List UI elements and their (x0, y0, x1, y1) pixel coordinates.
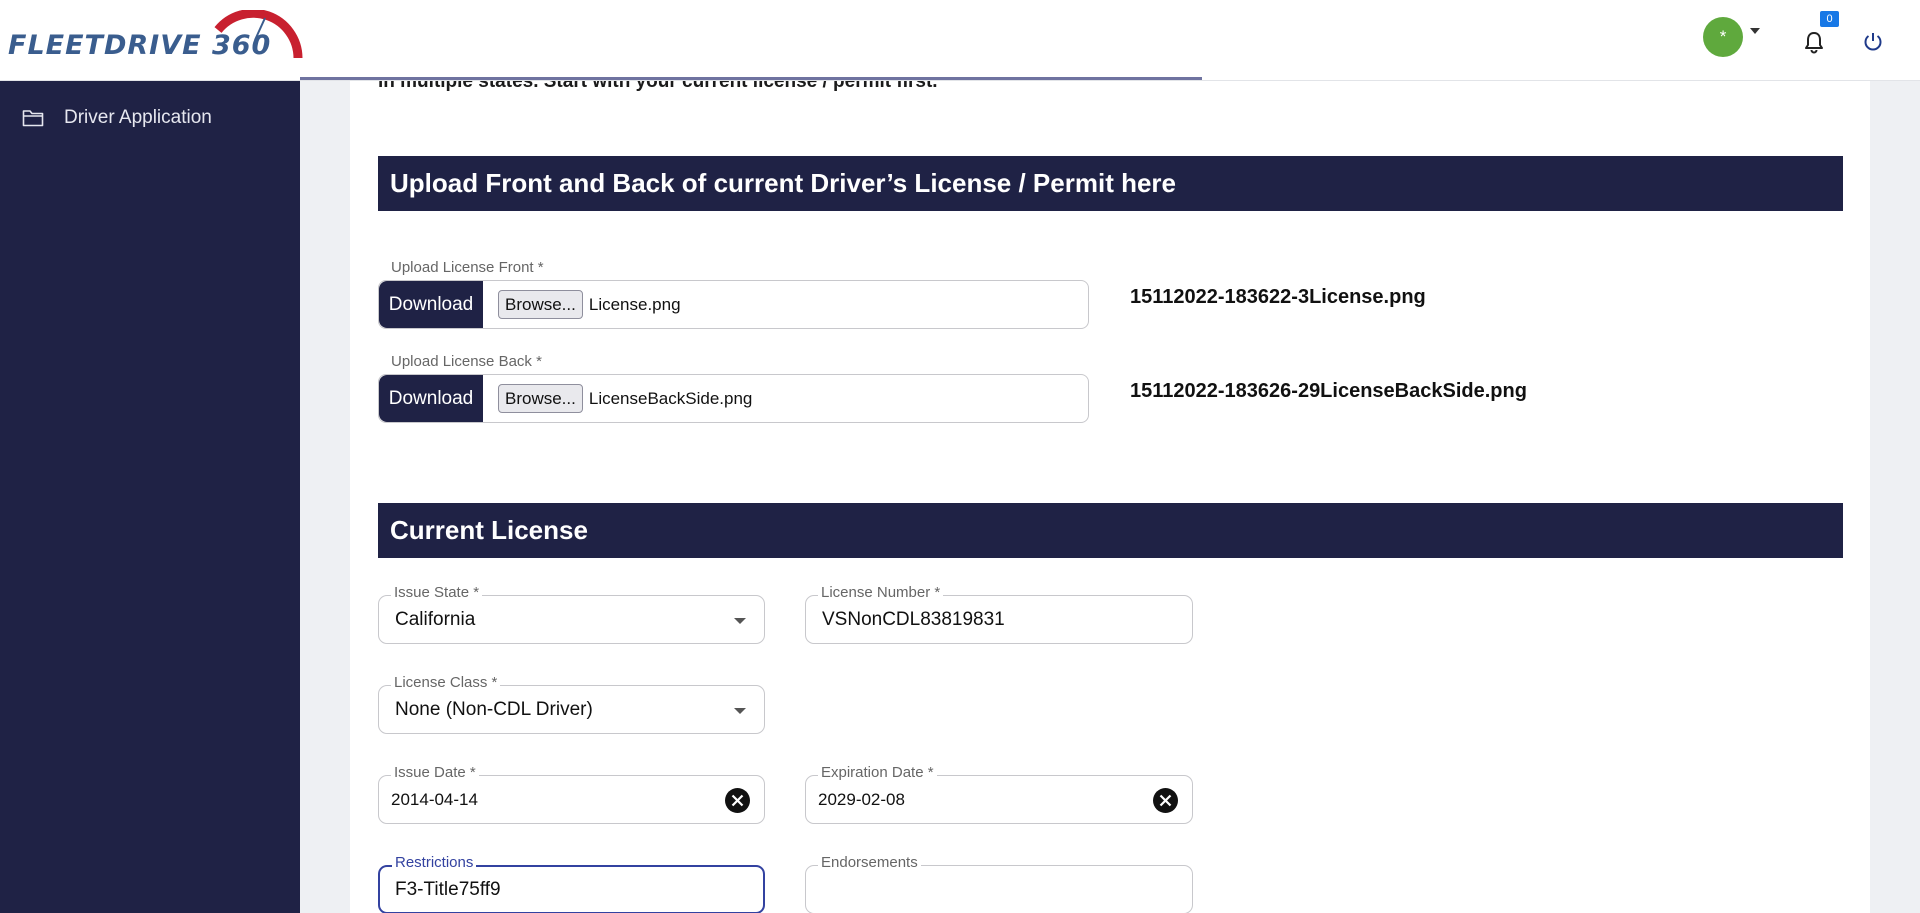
clear-icon[interactable] (725, 788, 750, 813)
restrictions-label: Restrictions (392, 854, 477, 871)
expiration-date-input[interactable]: Expiration Date * 2029-02-08 (805, 764, 1193, 824)
power-icon[interactable] (1862, 31, 1884, 53)
restrictions-input[interactable]: Restrictions F3-Title75ff9 (378, 854, 765, 913)
fleetdrive-logo[interactable]: FLEETDRIVE 360 (8, 10, 303, 70)
back-uploaded-file: 15112022-183626-29LicenseBackSide.png (1130, 380, 1527, 402)
issue-state-value: California (395, 609, 476, 630)
browse-front-button[interactable]: Browse... (498, 290, 583, 319)
upload-front-field: Download Browse... License.png (378, 280, 1089, 329)
browse-back-button[interactable]: Browse... (498, 384, 583, 413)
chevron-down-icon (734, 708, 746, 714)
download-front-button[interactable]: Download (379, 281, 483, 328)
avatar[interactable]: * (1703, 17, 1743, 57)
upload-back-label: Upload License Back * (388, 353, 545, 370)
clear-icon[interactable] (1153, 788, 1178, 813)
folder-icon (22, 110, 44, 127)
form-card: in multiple states. Start with your curr… (350, 81, 1870, 913)
issue-state-select[interactable]: Issue State * California (378, 584, 765, 644)
upload-section-title: Upload Front and Back of current Driver’… (378, 156, 1843, 211)
current-license-title: Current License (378, 503, 1843, 558)
front-file-name: License.png (588, 294, 681, 314)
download-back-button[interactable]: Download (379, 375, 483, 422)
expiration-date-value: 2029-02-08 (818, 790, 905, 809)
speedometer-arc-icon (214, 10, 303, 59)
page-progress-line (300, 77, 1202, 80)
issue-date-input[interactable]: Issue Date * 2014-04-14 (378, 764, 765, 824)
bell-icon[interactable] (1803, 30, 1825, 54)
restrictions-value: F3-Title75ff9 (395, 879, 501, 900)
upload-back-field: Download Browse... LicenseBackSide.png (378, 374, 1089, 423)
upload-front-label: Upload License Front * (388, 259, 547, 276)
issue-state-label: Issue State * (391, 584, 483, 601)
license-class-select[interactable]: License Class * None (Non-CDL Driver) (378, 674, 765, 734)
endorsements-input[interactable]: Endorsements (805, 854, 1193, 913)
top-header: FLEETDRIVE 360 * 0 (0, 0, 1920, 81)
chevron-down-icon[interactable] (1750, 28, 1760, 34)
endorsements-label: Endorsements (818, 854, 921, 871)
expiration-date-label: Expiration Date * (818, 764, 937, 781)
sidebar-item-label: Driver Application (64, 107, 212, 128)
sidebar: Driver Application (0, 81, 300, 913)
notification-badge: 0 (1820, 11, 1839, 27)
main-content: in multiple states. Start with your curr… (300, 81, 1920, 913)
license-number-label: License Number * (818, 584, 944, 601)
front-uploaded-file: 15112022-183622-3License.png (1130, 286, 1426, 308)
intro-text: in multiple states. Start with your curr… (378, 81, 938, 92)
issue-date-label: Issue Date * (391, 764, 479, 781)
avatar-initial: * (1719, 27, 1727, 46)
back-file-name: LicenseBackSide.png (588, 388, 753, 408)
chevron-down-icon (734, 618, 746, 624)
license-number-input[interactable]: License Number * VSNonCDL83819831 (805, 584, 1193, 644)
issue-date-value: 2014-04-14 (391, 790, 478, 809)
license-number-value: VSNonCDL83819831 (822, 609, 1005, 630)
license-class-label: License Class * (391, 674, 501, 691)
license-class-value: None (Non-CDL Driver) (395, 699, 593, 720)
sidebar-item-driver-application[interactable]: Driver Application (22, 107, 212, 129)
